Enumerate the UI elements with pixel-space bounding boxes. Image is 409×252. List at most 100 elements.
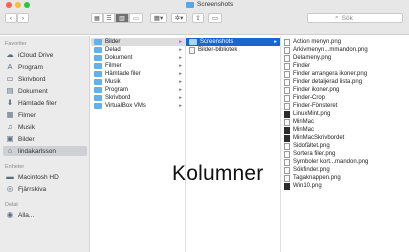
film-icon: ▦ bbox=[6, 110, 14, 119]
list-item[interactable]: Finder-Fönsteret bbox=[281, 102, 337, 110]
close-button[interactable] bbox=[6, 2, 12, 8]
sidebar-item-skrivbord[interactable]: ▭ Skrivbord bbox=[3, 74, 87, 84]
list-item[interactable]: Sortera filer.png bbox=[281, 150, 335, 158]
item-label: Win10.png bbox=[293, 183, 322, 189]
image-file-icon bbox=[284, 94, 290, 102]
list-item[interactable]: MinMac bbox=[281, 126, 314, 134]
chevron-right-icon: ▸ bbox=[179, 103, 182, 109]
list-item[interactable]: Hämtade filer ▸ bbox=[91, 70, 185, 78]
list-item[interactable]: Sidofältet.png bbox=[281, 142, 330, 150]
search-field[interactable]: ⌕ Sök bbox=[307, 13, 403, 23]
list-item[interactable]: Delameny.png bbox=[281, 54, 331, 62]
image-file-icon bbox=[284, 142, 290, 150]
list-item[interactable]: MinMacSkrivbordet bbox=[281, 134, 344, 142]
image-file-icon bbox=[284, 54, 290, 62]
sidebar-item-label: iCloud Drive bbox=[18, 51, 54, 59]
gear-icon: ✲▾ bbox=[174, 15, 184, 22]
sidebar-item-program[interactable]: A Program bbox=[3, 62, 87, 72]
item-label: Finder-Fönsteret bbox=[293, 103, 338, 109]
sidebar-item-label: Dokument bbox=[18, 87, 48, 95]
window-title: Screenshots bbox=[186, 1, 233, 8]
list-item[interactable]: MinMac bbox=[281, 118, 314, 126]
item-label: Bilder-bibliotek bbox=[198, 47, 238, 53]
sidebar-item-label: Bilder bbox=[18, 135, 35, 143]
disc-icon: ◎ bbox=[6, 184, 14, 193]
image-file-icon bbox=[284, 158, 290, 166]
list-item[interactable]: Program ▸ bbox=[91, 86, 185, 94]
folder-icon bbox=[94, 63, 102, 69]
tag-button[interactable]: ▭ bbox=[208, 13, 222, 23]
list-item[interactable]: Finder arrangera ikoner.png bbox=[281, 70, 367, 78]
image-file-icon bbox=[284, 174, 290, 182]
list-item[interactable]: Tagaknappen.png bbox=[281, 174, 341, 182]
sidebar-item-musik[interactable]: ♫ Musik bbox=[3, 122, 87, 132]
list-item[interactable]: Action menyn.png bbox=[281, 38, 341, 46]
item-label: Tagaknappen.png bbox=[293, 175, 341, 181]
image-file-icon bbox=[284, 182, 290, 190]
list-item[interactable]: Symboler kort...mandon.png bbox=[281, 158, 368, 166]
list-item[interactable]: VirtualBox VMs ▸ bbox=[91, 102, 185, 110]
sidebar-item-macintosh-hd[interactable]: ▬ Macintosh HD bbox=[3, 172, 87, 182]
sidebar-item-remote-disc[interactable]: ◎ Fjärrskiva bbox=[3, 184, 87, 194]
list-item[interactable]: Skrivbord ▸ bbox=[91, 94, 185, 102]
sidebar-item-label: Hämtade filer bbox=[18, 99, 57, 107]
list-item[interactable]: Bilder-bibliotek bbox=[186, 46, 280, 54]
image-file-icon bbox=[284, 86, 290, 94]
list-item[interactable]: Bilder ▸ bbox=[91, 38, 185, 46]
sidebar-item-label: Musik bbox=[18, 123, 35, 131]
image-file-icon bbox=[284, 126, 290, 134]
item-label: Sökfinder.png bbox=[293, 167, 330, 173]
folder-icon bbox=[186, 1, 194, 8]
action-button[interactable]: ✲▾ bbox=[171, 13, 187, 23]
list-item[interactable]: Arkivmenyn...mmandon.png bbox=[281, 46, 368, 54]
chevron-left-icon: ‹ bbox=[9, 14, 13, 22]
desktop-icon: ▭ bbox=[6, 74, 14, 83]
sidebar-item-label: Macintosh HD bbox=[18, 173, 59, 181]
icon-view-button[interactable]: ▦ bbox=[91, 13, 103, 23]
forward-button[interactable]: › bbox=[17, 13, 29, 23]
list-item[interactable]: Musik ▸ bbox=[91, 78, 185, 86]
list-item[interactable]: Finder-Crop bbox=[281, 94, 325, 102]
list-item[interactable]: Finder detaljerad lista.png bbox=[281, 78, 362, 86]
chevron-right-icon: ▸ bbox=[179, 95, 182, 101]
folder-icon bbox=[94, 39, 102, 45]
list-item[interactable]: Win10.png bbox=[281, 182, 322, 190]
photos-library-icon bbox=[189, 46, 195, 54]
list-item[interactable]: Finder ikoner.png bbox=[281, 86, 339, 94]
list-item[interactable]: Screenshots ▸ bbox=[186, 38, 280, 46]
sidebar-item-icloud[interactable]: ☁ iCloud Drive bbox=[3, 50, 87, 60]
sidebar-item-dokument[interactable]: ▤ Dokument bbox=[3, 86, 87, 96]
sidebar-item-all[interactable]: ◉ Alla... bbox=[3, 210, 87, 220]
minimize-button[interactable] bbox=[15, 2, 21, 8]
back-button[interactable]: ‹ bbox=[5, 13, 17, 23]
chevron-right-icon: ▸ bbox=[179, 63, 182, 69]
image-file-icon bbox=[284, 118, 290, 126]
share-button[interactable]: ⇪ bbox=[192, 13, 204, 23]
item-label: LinuxMint.png bbox=[293, 111, 331, 117]
network-icon: ◉ bbox=[6, 210, 14, 219]
folder-icon bbox=[94, 79, 102, 85]
image-file-icon bbox=[284, 102, 290, 110]
list-item[interactable]: Dokument ▸ bbox=[91, 54, 185, 62]
list-item[interactable]: Sökfinder.png bbox=[281, 166, 330, 174]
share-icon: ⇪ bbox=[195, 15, 201, 22]
tag-icon: ▭ bbox=[211, 15, 219, 22]
column-view-button[interactable]: ▥ bbox=[115, 13, 129, 23]
cloud-icon: ☁ bbox=[6, 50, 14, 59]
sidebar-item-downloads[interactable]: ⬇ Hämtade filer bbox=[3, 98, 87, 108]
list-item[interactable]: Filmer ▸ bbox=[91, 62, 185, 70]
group-button[interactable]: ▦▾ bbox=[150, 13, 167, 23]
sidebar-item-home[interactable]: ⌂ lindakarlsson bbox=[3, 146, 87, 156]
group-icon: ▦▾ bbox=[153, 15, 164, 22]
list-item[interactable]: Delad ▸ bbox=[91, 46, 185, 54]
zoom-button[interactable] bbox=[24, 2, 30, 8]
applications-icon: A bbox=[7, 62, 13, 71]
gallery-view-button[interactable]: ▭ bbox=[129, 13, 143, 23]
chevron-right-icon: ▸ bbox=[179, 55, 182, 61]
sidebar-item-filmer[interactable]: ▦ Filmer bbox=[3, 110, 87, 120]
list-view-button[interactable]: ☰ bbox=[103, 13, 115, 23]
list-item[interactable]: Finder bbox=[281, 62, 310, 70]
sidebar-item-bilder[interactable]: ▣ Bilder bbox=[3, 134, 87, 144]
item-label: Musik bbox=[105, 79, 121, 85]
list-item[interactable]: LinuxMint.png bbox=[281, 110, 330, 118]
